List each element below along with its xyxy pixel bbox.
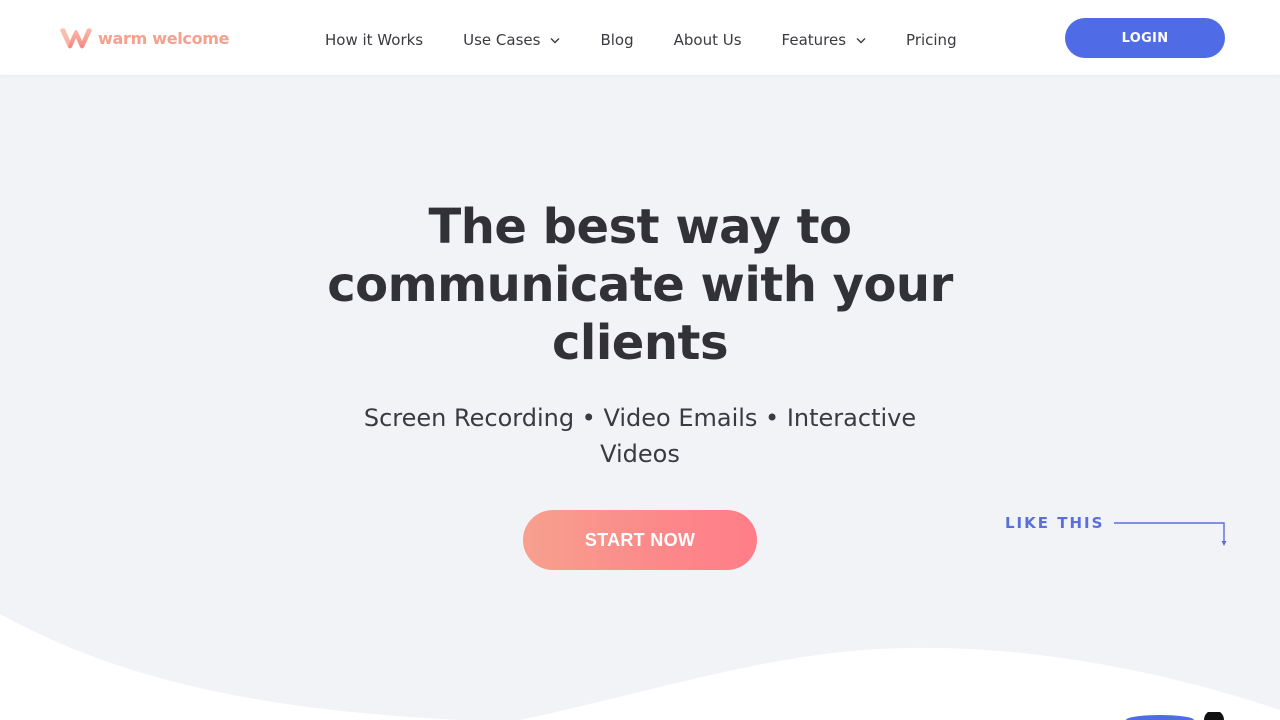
nav-item-label: How it Works [325, 31, 424, 49]
nav-item-about-us[interactable]: About Us [674, 29, 742, 51]
chevron-down-icon [550, 37, 560, 43]
nav-item-use-cases[interactable]: Use Cases [463, 29, 560, 51]
logo-text: warm welcome [98, 28, 230, 48]
chevron-down-icon [856, 37, 866, 43]
video-widget-peek [1126, 712, 1224, 720]
nav-item-label: Features [781, 31, 847, 49]
start-now-button[interactable]: START NOW [523, 510, 757, 570]
hero-wave-divider [0, 614, 1280, 720]
nav-item-features[interactable]: Features [782, 29, 867, 51]
hero-subtitle: Screen Recording • Video Emails • Intera… [363, 404, 917, 468]
nav-item-pricing[interactable]: Pricing [906, 29, 957, 51]
warm-welcome-logo-icon [60, 28, 92, 49]
nav-item-how-it-works[interactable]: How it Works [325, 29, 423, 51]
arrow-down-right-icon [1114, 522, 1227, 546]
nav-item-label: About Us [673, 31, 742, 49]
hero-title: The best way to communicate with your cl… [327, 199, 953, 371]
nav-item-label: Blog [600, 31, 634, 49]
nav-item-label: Use Cases [463, 31, 541, 49]
nav-item-blog[interactable]: Blog [600, 29, 633, 51]
main-nav: How it Works Use Cases Blog About Us Fea… [325, 29, 957, 51]
like-this-label: LIKE THIS [1005, 514, 1105, 532]
site-header: warm welcome How it Works Use Cases Blog… [0, 0, 1280, 75]
nav-item-label: Pricing [906, 31, 957, 49]
logo-link[interactable]: warm welcome [58, 26, 230, 50]
login-button[interactable]: LOGIN [1065, 18, 1225, 58]
